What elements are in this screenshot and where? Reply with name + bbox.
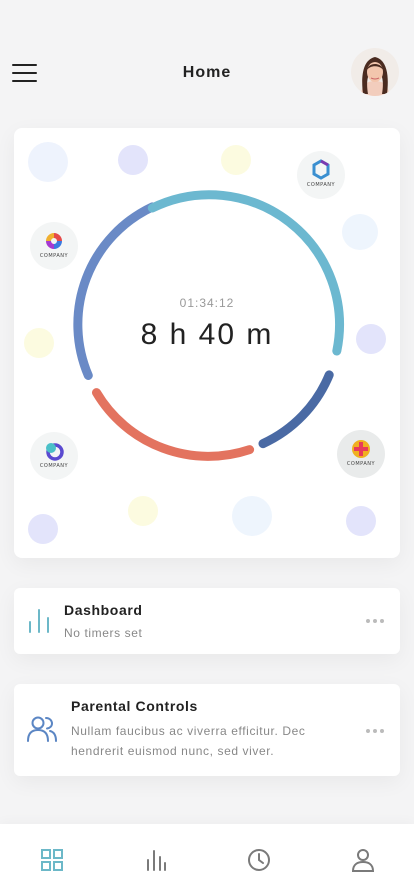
grid-icon (41, 849, 63, 871)
more-options-icon[interactable] (366, 616, 386, 626)
bar-chart-icon (29, 609, 49, 633)
dashboard-subtitle: No timers set (64, 626, 143, 640)
nav-profile-icon[interactable] (351, 848, 377, 874)
ring-segment-coral (92, 388, 255, 461)
users-icon (27, 716, 57, 742)
user-avatar[interactable] (351, 48, 399, 96)
bottom-navigation (0, 824, 414, 896)
profile-icon (351, 849, 375, 872)
company-logo-icon (46, 233, 62, 249)
description-line: hendrerit euismod nunc, sed viver. (71, 744, 275, 758)
nav-stats-icon[interactable] (144, 848, 170, 874)
app-header: Home (0, 0, 414, 120)
parental-controls-description: Nullam faucibus ac viverra efficitur. De… (71, 721, 305, 761)
total-time: 8 h 40 m (140, 318, 274, 351)
parental-controls-title: Parental Controls (71, 698, 198, 714)
nav-home-grid-icon[interactable] (40, 848, 66, 874)
description-line: Nullam faucibus ac viverra efficitur. De… (71, 724, 306, 738)
nav-clock-icon[interactable] (247, 848, 273, 874)
timer-card: 01:34:12 8 h 40 m COMPANY COMPANY COMPAN… (14, 128, 400, 558)
clock-icon (248, 849, 270, 871)
company-logo-left[interactable]: COMPANY (30, 222, 78, 270)
more-options-icon[interactable] (366, 726, 386, 736)
company-logo-icon (352, 440, 370, 458)
company-logo-icon (46, 443, 64, 461)
company-logo-bottom-left[interactable]: COMPANY (30, 432, 78, 480)
ring-segment-navy (258, 370, 334, 449)
stats-icon (147, 850, 166, 871)
company-logo-top-right[interactable]: COMPANY (297, 151, 345, 199)
elapsed-time: 01:34:12 (179, 296, 235, 310)
dashboard-card[interactable]: Dashboard No timers set (14, 588, 400, 654)
company-logo-bottom-right[interactable]: COMPANY (337, 430, 385, 478)
dashboard-title: Dashboard (64, 602, 143, 618)
company-logo-icon (312, 159, 330, 180)
parental-controls-card[interactable]: Parental Controls Nullam faucibus ac viv… (14, 684, 400, 776)
